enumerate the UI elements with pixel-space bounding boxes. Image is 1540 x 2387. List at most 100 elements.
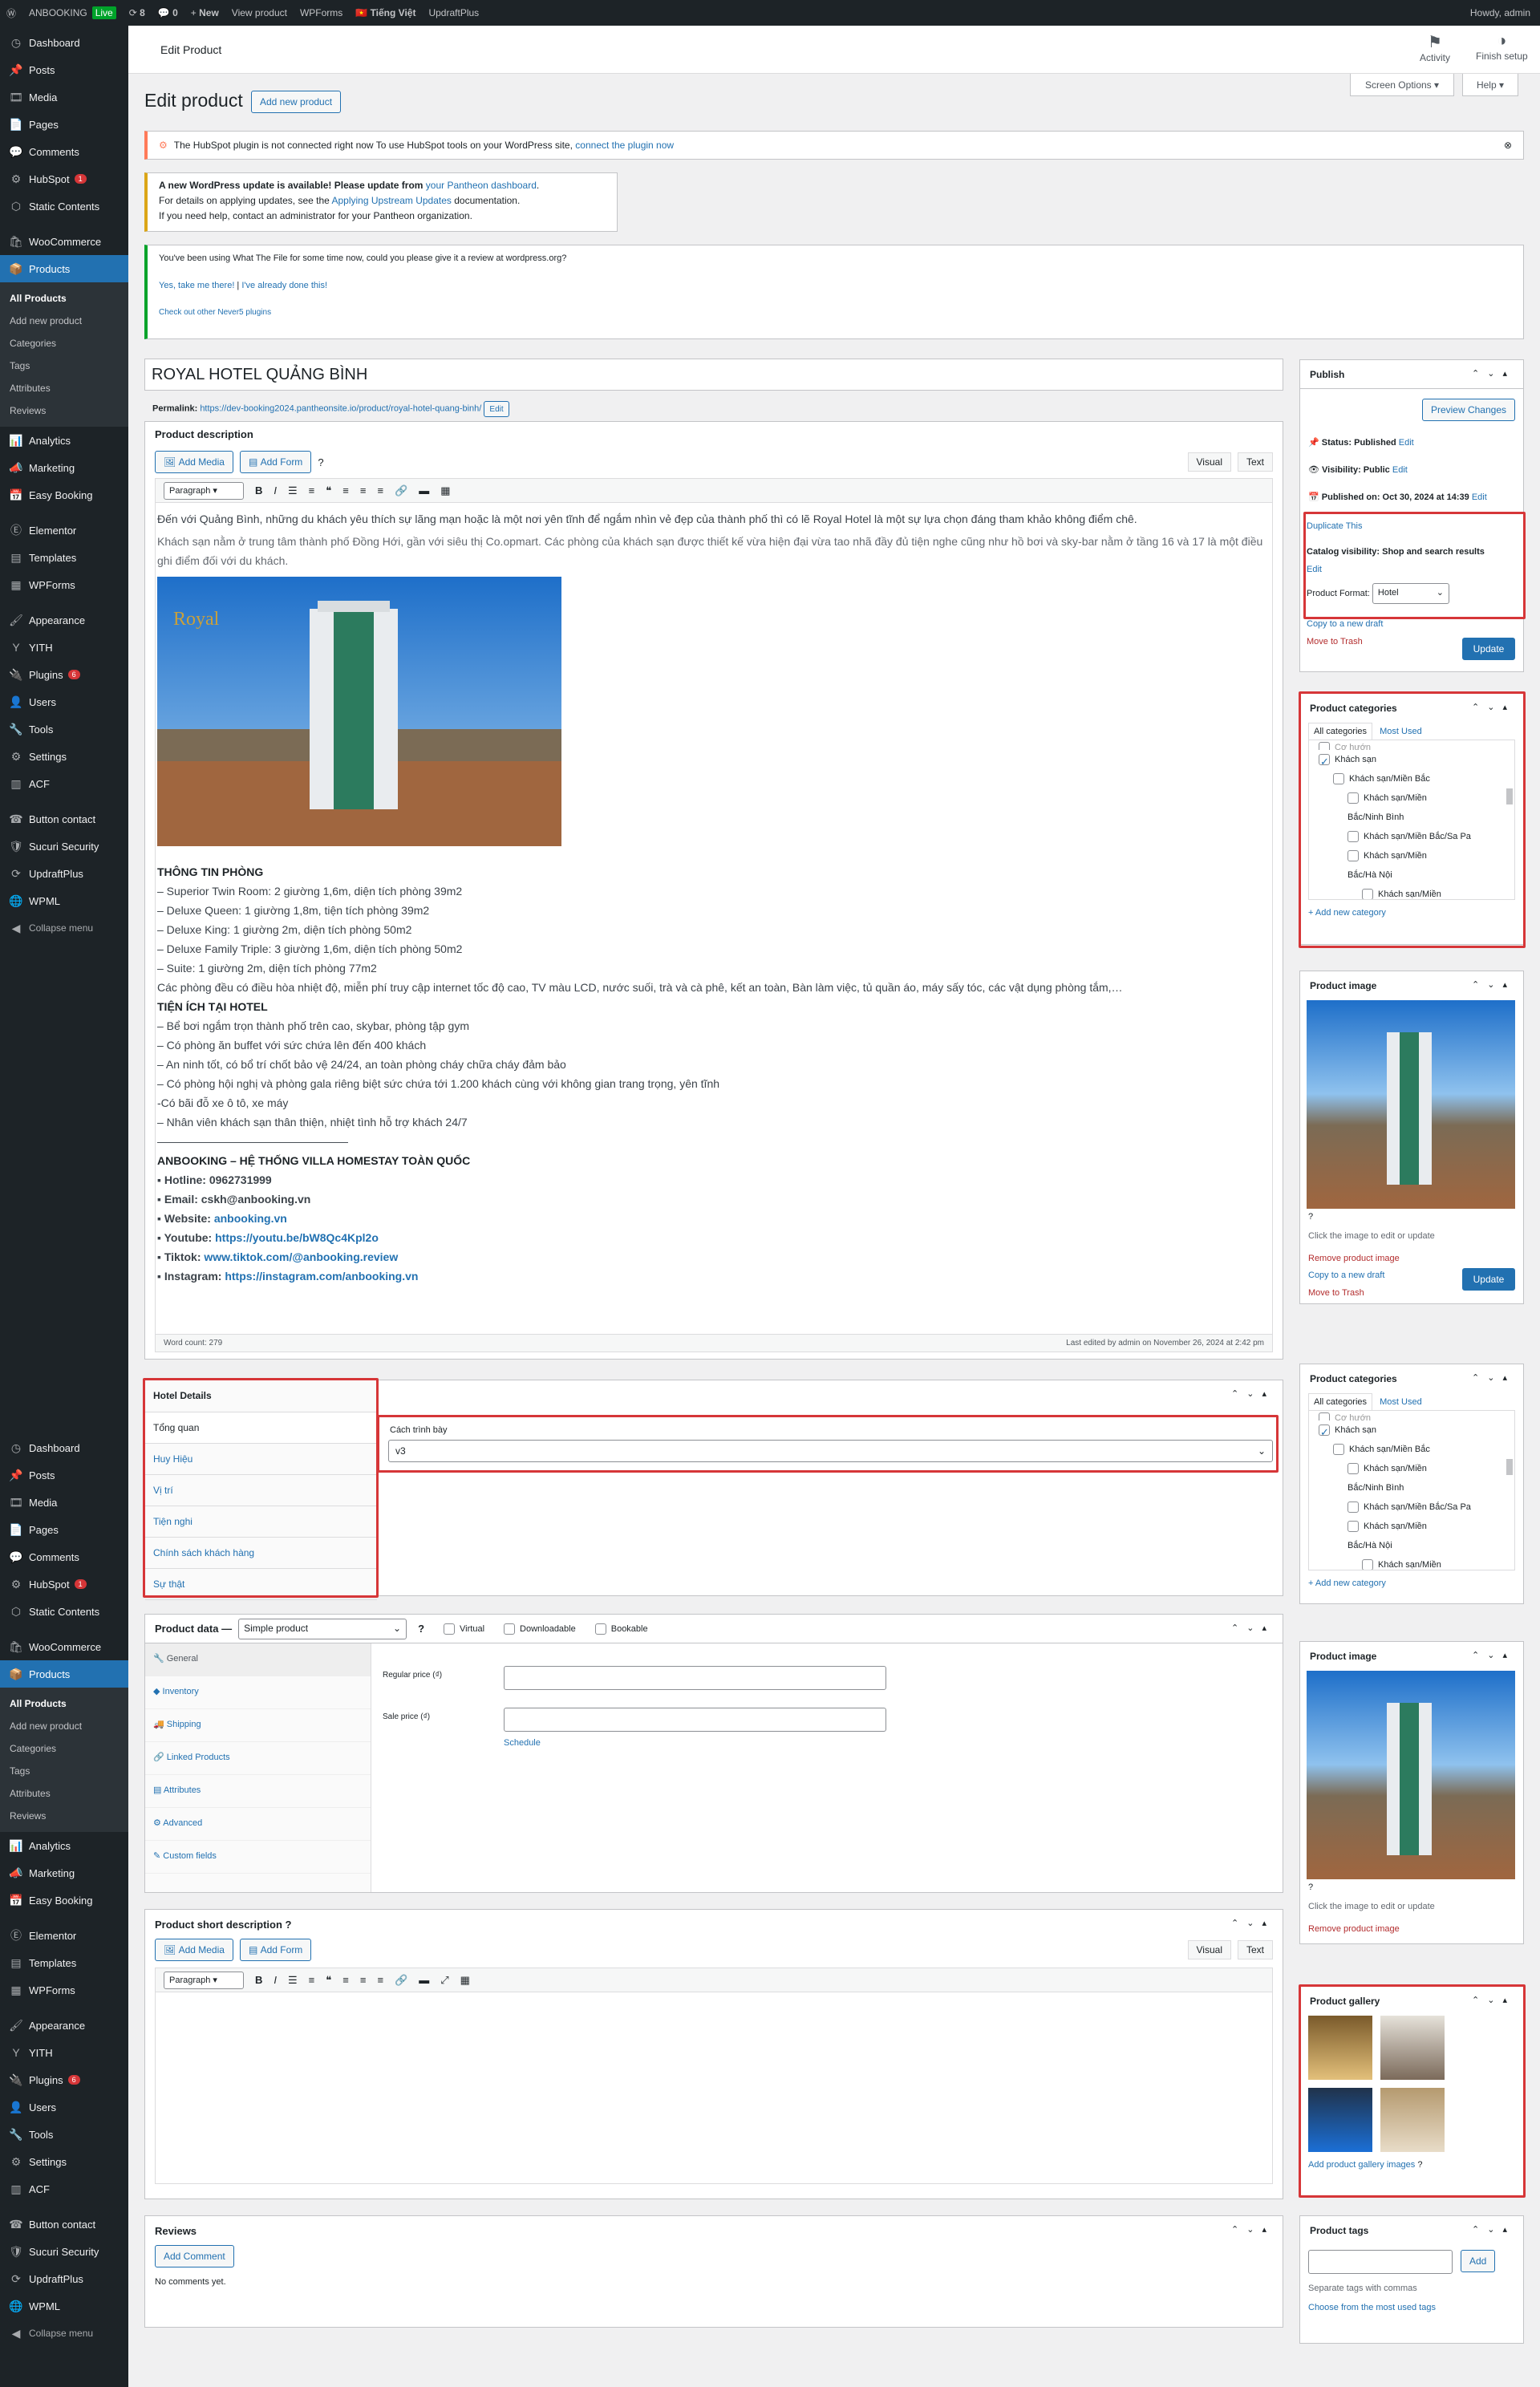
finish-setup-button[interactable]: ◑ Finish setup bbox=[1476, 32, 1528, 62]
submenu-add-new-product[interactable]: Add new product bbox=[0, 310, 128, 332]
menu-sucuri-security[interactable]: 🛡 Sucuri Security bbox=[0, 833, 128, 860]
bullet-list-icon[interactable]: ☰ bbox=[288, 1974, 298, 1987]
category-item[interactable]: Bắc/Ninh Bình bbox=[1314, 1478, 1510, 1497]
help-icon[interactable]: ? bbox=[1300, 1879, 1523, 1895]
box-controls[interactable]: ⌃⌄▴ bbox=[1231, 1918, 1275, 1928]
add-comment-button[interactable]: Add Comment bbox=[155, 2245, 234, 2267]
menu-hubspot[interactable]: ⚙ HubSpot 1 bbox=[0, 1570, 128, 1598]
category-item[interactable]: Khách sạn/Miền bbox=[1314, 1459, 1510, 1478]
remove-image-link[interactable]: Remove product image bbox=[1308, 1254, 1400, 1263]
add-category-link[interactable]: + Add new category bbox=[1308, 1578, 1386, 1588]
update-button[interactable]: Update bbox=[1462, 638, 1515, 660]
category-item[interactable]: Cơ hướn bbox=[1314, 1412, 1510, 1420]
align-center-icon[interactable]: ≡ bbox=[360, 1974, 367, 1986]
short-add-form-button[interactable]: ▤ Add Form bbox=[239, 1939, 312, 1961]
howdy-user[interactable]: Howdy, admin bbox=[1470, 7, 1530, 18]
submenu-tags[interactable]: Tags bbox=[0, 1760, 128, 1782]
submenu-categories[interactable]: Categories bbox=[0, 332, 128, 355]
category-item[interactable]: Bắc/Hà Nội bbox=[1314, 1536, 1510, 1555]
submenu-attributes[interactable]: Attributes bbox=[0, 377, 128, 399]
tab-text[interactable]: Text bbox=[1237, 452, 1273, 472]
product-data-tab[interactable]: 🔗 Linked Products bbox=[145, 1742, 371, 1775]
menu-elementor[interactable]: Ⓔ Elementor bbox=[0, 1922, 128, 1949]
short-add-media-button[interactable]: 🖼 Add Media bbox=[155, 1939, 233, 1961]
menu-marketing[interactable]: 📣 Marketing bbox=[0, 1859, 128, 1886]
submenu-all-products[interactable]: All Products bbox=[0, 287, 128, 310]
status-edit-link[interactable]: Edit bbox=[1399, 438, 1414, 448]
format-select[interactable]: Paragraph ▾ bbox=[164, 481, 244, 500]
menu-posts[interactable]: 📌 Posts bbox=[0, 56, 128, 83]
help-button[interactable]: Help ▾ bbox=[1462, 74, 1518, 96]
tab-most-used[interactable]: Most Used bbox=[1375, 1394, 1427, 1410]
menu-easy-booking[interactable]: 📅 Easy Booking bbox=[0, 1886, 128, 1914]
menu-products[interactable]: 📦 Products bbox=[0, 1660, 128, 1688]
wordpress-logo-icon[interactable]: Ⓦ bbox=[6, 6, 16, 20]
link-icon[interactable]: 🔗 bbox=[395, 484, 407, 497]
add-form-button[interactable]: ▤ Add Form bbox=[239, 451, 312, 473]
site-name[interactable]: ANBOOKING bbox=[29, 7, 87, 18]
activity-button[interactable]: ⚑ Activity bbox=[1420, 32, 1450, 63]
product-image[interactable] bbox=[1307, 1671, 1515, 1879]
product-title-input[interactable]: ROYAL HOTEL QUẢNG BÌNH bbox=[144, 359, 1283, 391]
product-data-tab[interactable]: ◆ Inventory bbox=[145, 1676, 371, 1709]
bookable-checkbox[interactable]: Bookable bbox=[594, 1623, 648, 1635]
box-controls[interactable]: ⌃⌄▴ bbox=[1231, 2224, 1275, 2235]
menu-tools[interactable]: 🔧 Tools bbox=[0, 715, 128, 743]
box-controls[interactable]: ⌃⌄▴ bbox=[1472, 979, 1515, 990]
menu-plugins[interactable]: 🔌 Plugins 6 bbox=[0, 661, 128, 688]
menu-collapse-menu[interactable]: ◀ Collapse menu bbox=[0, 914, 128, 942]
submenu-tags[interactable]: Tags bbox=[0, 355, 128, 377]
submenu-all-products[interactable]: All Products bbox=[0, 1692, 128, 1715]
review-done-link[interactable]: I've already done this! bbox=[241, 281, 327, 290]
virtual-checkbox[interactable]: Virtual bbox=[444, 1623, 484, 1635]
category-item[interactable]: Khách sạn bbox=[1314, 1420, 1510, 1442]
menu-wpforms[interactable]: ▦ WPForms bbox=[0, 1976, 128, 2004]
align-center-icon[interactable]: ≡ bbox=[360, 484, 367, 496]
align-right-icon[interactable]: ≡ bbox=[377, 1974, 383, 1986]
bold-icon[interactable]: B bbox=[255, 484, 262, 496]
menu-wpforms[interactable]: ▦ WPForms bbox=[0, 571, 128, 598]
box-controls[interactable]: ⌃⌄▴ bbox=[1472, 1650, 1515, 1660]
toolbar-toggle-icon[interactable]: ▦ bbox=[460, 1974, 470, 1987]
menu-collapse-menu[interactable]: ◀ Collapse menu bbox=[0, 2320, 128, 2347]
language-link[interactable]: 🇻🇳 Tiếng Việt bbox=[355, 7, 415, 18]
menu-elementor[interactable]: Ⓔ Elementor bbox=[0, 517, 128, 544]
tab-visual[interactable]: Visual bbox=[1187, 452, 1231, 472]
add-new-product-button[interactable]: Add new product bbox=[251, 91, 342, 113]
italic-icon[interactable]: I bbox=[274, 1974, 277, 1986]
help-icon[interactable]: ? bbox=[286, 1919, 292, 1931]
menu-settings[interactable]: ⚙ Settings bbox=[0, 2148, 128, 2175]
quote-icon[interactable]: ❝ bbox=[326, 484, 331, 497]
menu-plugins[interactable]: 🔌 Plugins 6 bbox=[0, 2066, 128, 2093]
bold-icon[interactable]: B bbox=[255, 1974, 262, 1986]
add-tag-button[interactable]: Add bbox=[1461, 2250, 1496, 2272]
menu-button-contact[interactable]: ☎ Button contact bbox=[0, 805, 128, 833]
menu-analytics[interactable]: 📊 Analytics bbox=[0, 427, 128, 454]
submenu-categories[interactable]: Categories bbox=[0, 1737, 128, 1760]
sale-price-input[interactable] bbox=[504, 1708, 886, 1732]
connect-plugin-link[interactable]: connect the plugin now bbox=[575, 140, 674, 151]
help-icon[interactable]: ? bbox=[1300, 1209, 1523, 1225]
menu-appearance[interactable]: 🖌 Appearance bbox=[0, 606, 128, 634]
permalink-edit-button[interactable]: Edit bbox=[484, 401, 509, 417]
schedule-link[interactable]: Schedule bbox=[504, 1738, 541, 1748]
copy-draft-link[interactable]: Copy to a new draft bbox=[1307, 619, 1383, 629]
menu-settings[interactable]: ⚙ Settings bbox=[0, 743, 128, 770]
review-yes-link[interactable]: Yes, take me there! bbox=[159, 281, 234, 290]
remove-image-link[interactable]: Remove product image bbox=[1308, 1924, 1400, 1934]
menu-easy-booking[interactable]: 📅 Easy Booking bbox=[0, 481, 128, 509]
view-product-link[interactable]: View product bbox=[232, 7, 287, 18]
submenu-attributes[interactable]: Attributes bbox=[0, 1782, 128, 1805]
fullscreen-icon[interactable]: ⤢ bbox=[440, 1974, 448, 1987]
numbered-list-icon[interactable]: ≡ bbox=[309, 1974, 315, 1986]
box-controls[interactable]: ⌃⌄▴ bbox=[1231, 1388, 1275, 1399]
product-data-tab[interactable]: 🚚 Shipping bbox=[145, 1709, 371, 1742]
menu-products[interactable]: 📦 Products bbox=[0, 255, 128, 282]
comments-link[interactable]: 💬 0 bbox=[158, 7, 178, 18]
copy-draft-link[interactable]: Copy to a new draft bbox=[1308, 1270, 1384, 1280]
menu-wpml[interactable]: 🌐 WPML bbox=[0, 887, 128, 914]
short-format-select[interactable]: Paragraph ▾ bbox=[164, 1971, 244, 1989]
editor-content[interactable]: Đến với Quảng Bình, những du khách yêu t… bbox=[156, 503, 1272, 1292]
dismiss-icon[interactable]: ⊗ bbox=[1504, 140, 1512, 151]
box-controls[interactable]: ⌃⌄▴ bbox=[1472, 1372, 1515, 1383]
